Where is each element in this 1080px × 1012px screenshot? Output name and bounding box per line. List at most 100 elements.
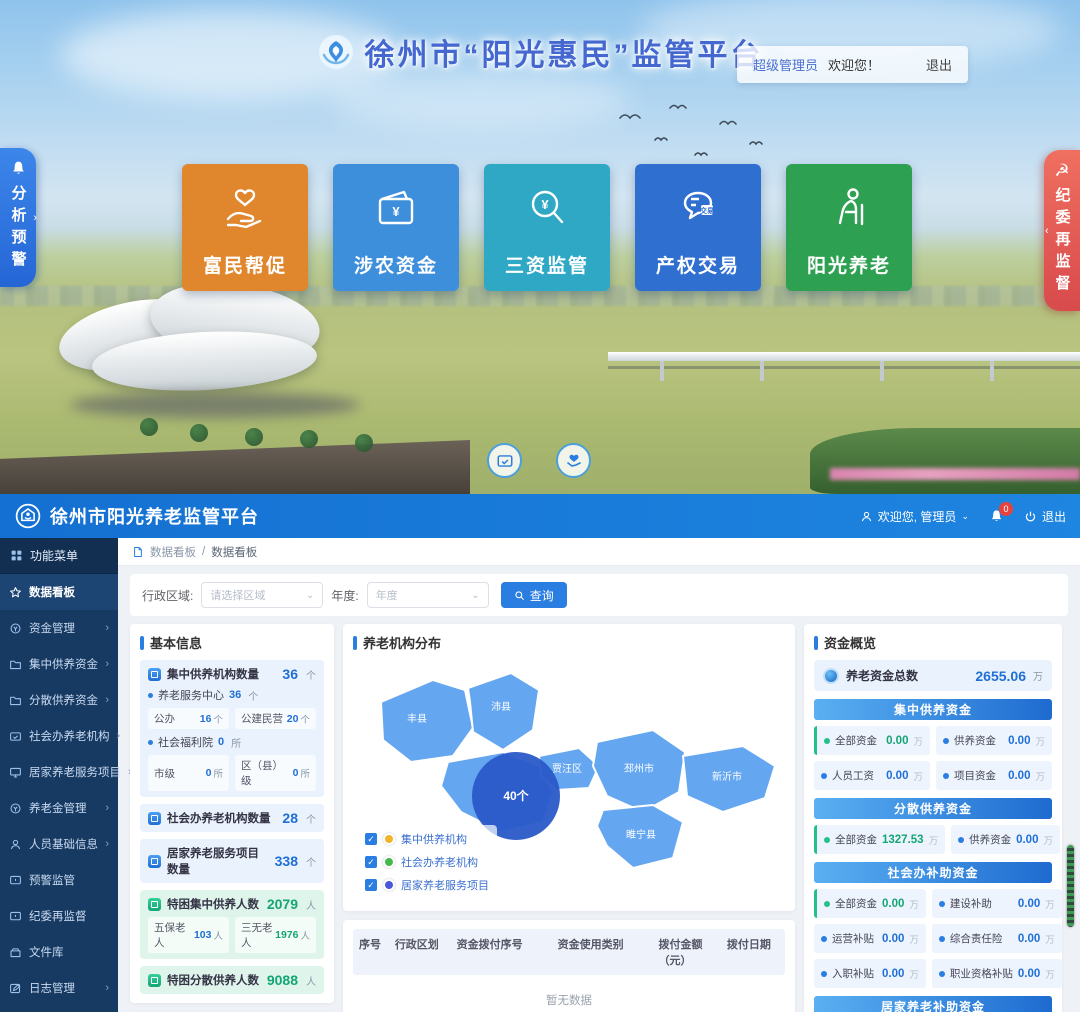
doc-badge-icon: [148, 974, 161, 987]
fund-cell: 全部资金1327.53万: [814, 825, 945, 854]
sidebar-item-personnel-info[interactable]: 人员基础信息 ›: [0, 826, 118, 862]
region-select[interactable]: 请选择区域 ⌄: [201, 582, 323, 608]
hero-user-box: 超级管理员 欢迎您！ 退出: [737, 46, 968, 83]
archive-icon: [9, 946, 22, 959]
sidebar-item-label: 文件库: [29, 944, 64, 960]
region-label-peixian: 沛县: [491, 700, 511, 713]
basic-info-title: 基本信息: [140, 633, 324, 652]
logout-button[interactable]: 退出: [1024, 508, 1066, 525]
stat-label: 居家养老服务项目数量: [167, 845, 269, 877]
sidebar-item-data-board[interactable]: 数据看板: [0, 574, 118, 610]
sidebar-item-decentralized-fund[interactable]: 分散供养资金 ›: [0, 682, 118, 718]
sidebar-item-file-library[interactable]: 文件库: [0, 934, 118, 970]
heart-in-hand-icon: [218, 181, 272, 235]
analysis-warning-label: 分析预警: [8, 185, 29, 273]
region-label-suining: 睢宁县: [626, 828, 656, 841]
category-tiles: 富民帮促 ¥ 涉农资金 ¥ 三资监管: [182, 164, 912, 291]
sidebar-item-label: 分散供养资金: [29, 692, 98, 708]
sidebar-item-log-management[interactable]: 日志管理 ›: [0, 970, 118, 1006]
sidebar-item-label: 居家养老服务项目: [29, 764, 121, 780]
star-icon: [9, 586, 22, 599]
region-label-xinyi: 新沂市: [712, 770, 742, 783]
hero-logout-button[interactable]: 退出: [926, 55, 952, 74]
fund-allocation-table-panel: 序号 行政区划 资金拨付序号 资金使用类别 拨付金额（元） 拨付日期 暂无数据 …: [343, 920, 795, 1012]
tile-sanzi-jianguan[interactable]: ¥ 三资监管: [484, 164, 610, 291]
stat-value: 338: [275, 853, 298, 869]
stat-unit: 个: [306, 811, 316, 826]
card-icon: [9, 730, 22, 743]
menu-header-label: 功能菜单: [30, 547, 78, 564]
tile-label: 涉农资金: [354, 251, 438, 278]
funds-total-row: 养老资金总数 2655.06 万: [814, 660, 1052, 691]
analysis-warning-tab[interactable]: 分析预警 ›: [0, 148, 36, 287]
yellow-pin-icon: [383, 833, 395, 845]
sidebar-item-label: 数据看板: [29, 584, 75, 600]
blocks-trade-icon: 交易: [671, 181, 725, 235]
checkbox-checked[interactable]: ✓: [365, 833, 377, 845]
tile-label: 产权交易: [656, 251, 740, 278]
breadcrumb-root[interactable]: 数据看板: [150, 544, 196, 560]
chevron-right-icon: ›: [105, 622, 109, 634]
sidebar-item-home-care-projects[interactable]: 居家养老服务项目 ›: [0, 754, 118, 790]
discipline-supervision-label: 纪委再监督: [1052, 187, 1073, 297]
sidebar-item-discipline-resupervision[interactable]: 纪委再监督: [0, 898, 118, 934]
bridge-pillar: [990, 361, 994, 381]
coin-icon: [9, 802, 22, 815]
table-empty-state: 暂无数据: [353, 975, 785, 1012]
year-select[interactable]: 年度 ⌄: [367, 582, 489, 608]
sidebar-item-label: 预警监管: [29, 872, 75, 888]
grid-icon: [10, 549, 23, 562]
sidebar-item-fund-management[interactable]: 资金管理 ›: [0, 610, 118, 646]
checkbox-checked[interactable]: ✓: [365, 856, 377, 868]
sidebar-item-social-institutions[interactable]: 社会办养老机构 ›: [0, 718, 118, 754]
fund-cell: 综合责任险0.00万: [932, 924, 1062, 953]
party-emblem-icon: ☭: [1054, 162, 1069, 179]
id-card-button[interactable]: [487, 443, 522, 478]
stat-card-centralized-institutions: 集中供养机构数量 36 个 养老服务中心 36 个 公办16个 公建民营20个: [140, 660, 324, 797]
bridge-pillar: [760, 361, 764, 381]
query-button[interactable]: 查询: [501, 582, 567, 608]
bell-icon: [10, 160, 27, 177]
legend-social: ✓ 社会办养老机构: [365, 854, 489, 870]
flower-bed: [830, 468, 1080, 480]
monitor-icon: [9, 766, 22, 779]
care-service-button[interactable]: [556, 443, 591, 478]
svg-text:交易: 交易: [700, 206, 714, 215]
stat-value: 28: [282, 810, 298, 826]
fund-cell: 全部资金0.00万: [814, 726, 930, 755]
notifications-button[interactable]: 0: [989, 509, 1004, 524]
discipline-supervision-tab[interactable]: ☭ 纪委再监督 ‹: [1044, 150, 1080, 311]
river-bank: [810, 428, 1080, 494]
filter-bar: 行政区域: 请选择区域 ⌄ 年度: 年度 ⌄ 查询: [130, 574, 1068, 616]
chevron-down-icon: ⌄: [471, 590, 479, 601]
landmark-shadow: [70, 392, 360, 418]
sub-unit: 所: [231, 735, 241, 750]
sidebar-item-pension-management[interactable]: 养老金管理 ›: [0, 790, 118, 826]
chevron-right-icon: ›: [105, 802, 109, 814]
sub-value: 0: [218, 736, 224, 748]
stat-value: 36: [282, 666, 298, 682]
checkbox-checked[interactable]: ✓: [365, 879, 377, 891]
map-title: 养老机构分布: [353, 633, 785, 652]
region-filter-label: 行政区域:: [142, 587, 193, 604]
page: 徐州市“阳光惠民”监管平台 超级管理员 欢迎您！ 退出 分析预警 › ☭ 纪委再…: [0, 0, 1080, 1012]
welcome-text: 欢迎您, 管理员: [878, 508, 957, 525]
user-menu[interactable]: 欢迎您, 管理员 ⌄: [860, 508, 969, 525]
stat-unit: 个: [306, 667, 316, 682]
tile-fumin-bangcu[interactable]: 富民帮促: [182, 164, 308, 291]
chevron-right-icon: ›: [33, 212, 37, 224]
sidebar-item-centralized-fund[interactable]: 集中供养资金 ›: [0, 646, 118, 682]
stat-unit: 人: [306, 897, 316, 912]
sidebar-item-system-management[interactable]: 系统管理 ›: [0, 1006, 118, 1012]
tile-chanquan-jiaoyi[interactable]: 交易 产权交易: [635, 164, 761, 291]
scrollbar-thumb[interactable]: [1067, 845, 1074, 927]
section-header-social-subsidy: 社会办补助资金: [814, 862, 1052, 883]
sub-unit: 个: [248, 688, 258, 703]
fund-cell: 建设补助0.00万: [932, 889, 1062, 918]
stat-card-home-projects: 居家养老服务项目数量 338 个: [140, 839, 324, 883]
basic-info-panel: 基本信息 集中供养机构数量 36 个 养老服务中心 36 个: [130, 624, 334, 1003]
tile-yangguang-yanglao[interactable]: 阳光养老: [786, 164, 912, 291]
sidebar-item-warning-supervision[interactable]: 预警监管: [0, 862, 118, 898]
bullet-dot: [148, 693, 153, 698]
tile-shenong-zijin[interactable]: ¥ 涉农资金: [333, 164, 459, 291]
